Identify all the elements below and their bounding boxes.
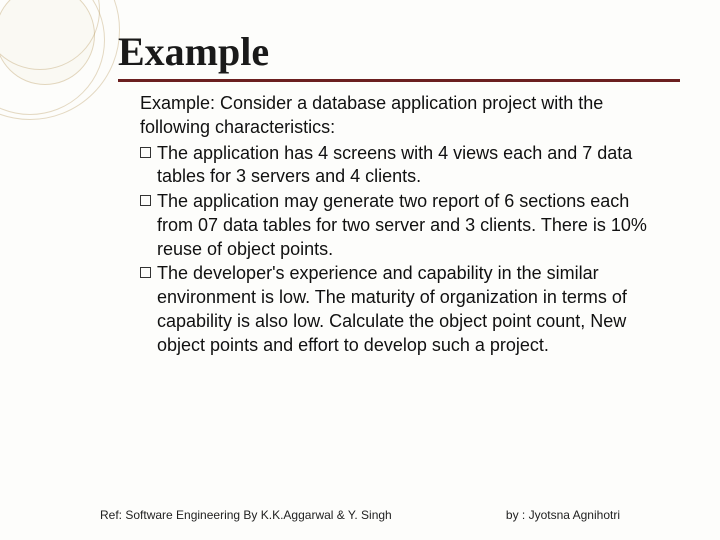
bullet-text: The application may generate two report … [157, 190, 670, 261]
bullet-item: The application may generate two report … [140, 190, 670, 261]
checkbox-icon [140, 147, 151, 158]
footer: Ref: Software Engineering By K.K.Aggarwa… [100, 508, 680, 522]
footer-reference: Ref: Software Engineering By K.K.Aggarwa… [100, 508, 392, 522]
slide-title: Example [118, 28, 680, 79]
bullet-text: The developer's experience and capabilit… [157, 262, 670, 357]
checkbox-icon [140, 267, 151, 278]
bullet-item: The application has 4 screens with 4 vie… [140, 142, 670, 190]
body-content: Example: Consider a database application… [140, 92, 670, 357]
title-underline [118, 79, 680, 82]
intro-text: Example: Consider a database application… [140, 92, 670, 140]
title-block: Example [118, 28, 680, 82]
bullet-item: The developer's experience and capabilit… [140, 262, 670, 357]
bullet-text: The application has 4 screens with 4 vie… [157, 142, 670, 190]
checkbox-icon [140, 195, 151, 206]
footer-author: by : Jyotsna Agnihotri [506, 508, 620, 522]
